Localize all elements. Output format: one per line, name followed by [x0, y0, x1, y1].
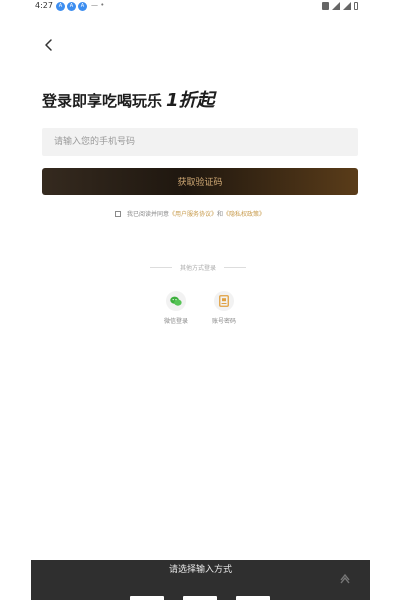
divider-line [224, 267, 247, 268]
page-title-text: 登录即享吃喝玩乐 [42, 92, 163, 110]
input-method-option[interactable] [236, 596, 270, 602]
back-button[interactable] [41, 37, 57, 53]
chevron-left-icon [45, 39, 52, 51]
phone-number-input[interactable] [42, 128, 358, 156]
wechat-login-label: 微信登录 [163, 318, 188, 325]
wifi-icon [332, 2, 340, 10]
notification-icons: A A A [56, 2, 87, 11]
wechat-login-button[interactable]: 微信登录 [156, 291, 196, 325]
signal-icon [343, 2, 351, 10]
input-method-panel: 请选择输入方式 [31, 560, 370, 602]
other-login-divider: 其他方式登录 [150, 263, 247, 272]
page-title-accent: 1折起 [166, 90, 215, 111]
notification-icon: A [56, 2, 65, 11]
input-method-option[interactable] [183, 596, 217, 602]
status-time: 4:27 [35, 1, 53, 10]
status-bar: 4:27 A A A — • [0, 0, 400, 14]
account-password-icon-wrap [214, 291, 234, 311]
agreement-checkbox[interactable] [115, 210, 121, 217]
account-password-icon [219, 295, 229, 307]
get-verification-code-button[interactable]: 获取验证码 [42, 168, 358, 195]
account-password-label: 账号密码 [211, 318, 236, 325]
user-agreement-link[interactable]: 《用户服务协议》 [169, 209, 217, 218]
notification-icon: A [78, 2, 87, 11]
status-extra: — • [91, 1, 105, 9]
input-method-option[interactable] [130, 596, 164, 602]
notification-icon: A [67, 2, 76, 11]
battery-icon [354, 2, 358, 10]
wechat-icon [170, 296, 182, 306]
input-method-logo-icon [340, 573, 350, 584]
other-login-title: 其他方式登录 [180, 265, 217, 272]
privacy-policy-link[interactable]: 《隐私权政策》 [223, 209, 265, 218]
input-method-title: 请选择输入方式 [168, 565, 232, 575]
account-password-login-button[interactable]: 账号密码 [204, 291, 244, 325]
agreement-prefix: 我已阅读并同意 [127, 211, 170, 218]
agreement-row: 我已阅读并同意 《用户服务协议》 和 《隐私权政策》 [115, 209, 265, 218]
page-title: 登录即享吃喝玩乐 1折起 [42, 86, 215, 112]
wechat-icon-wrap [166, 291, 186, 311]
divider-line [150, 267, 172, 268]
sim-icon [322, 2, 329, 10]
system-icons [322, 2, 358, 10]
